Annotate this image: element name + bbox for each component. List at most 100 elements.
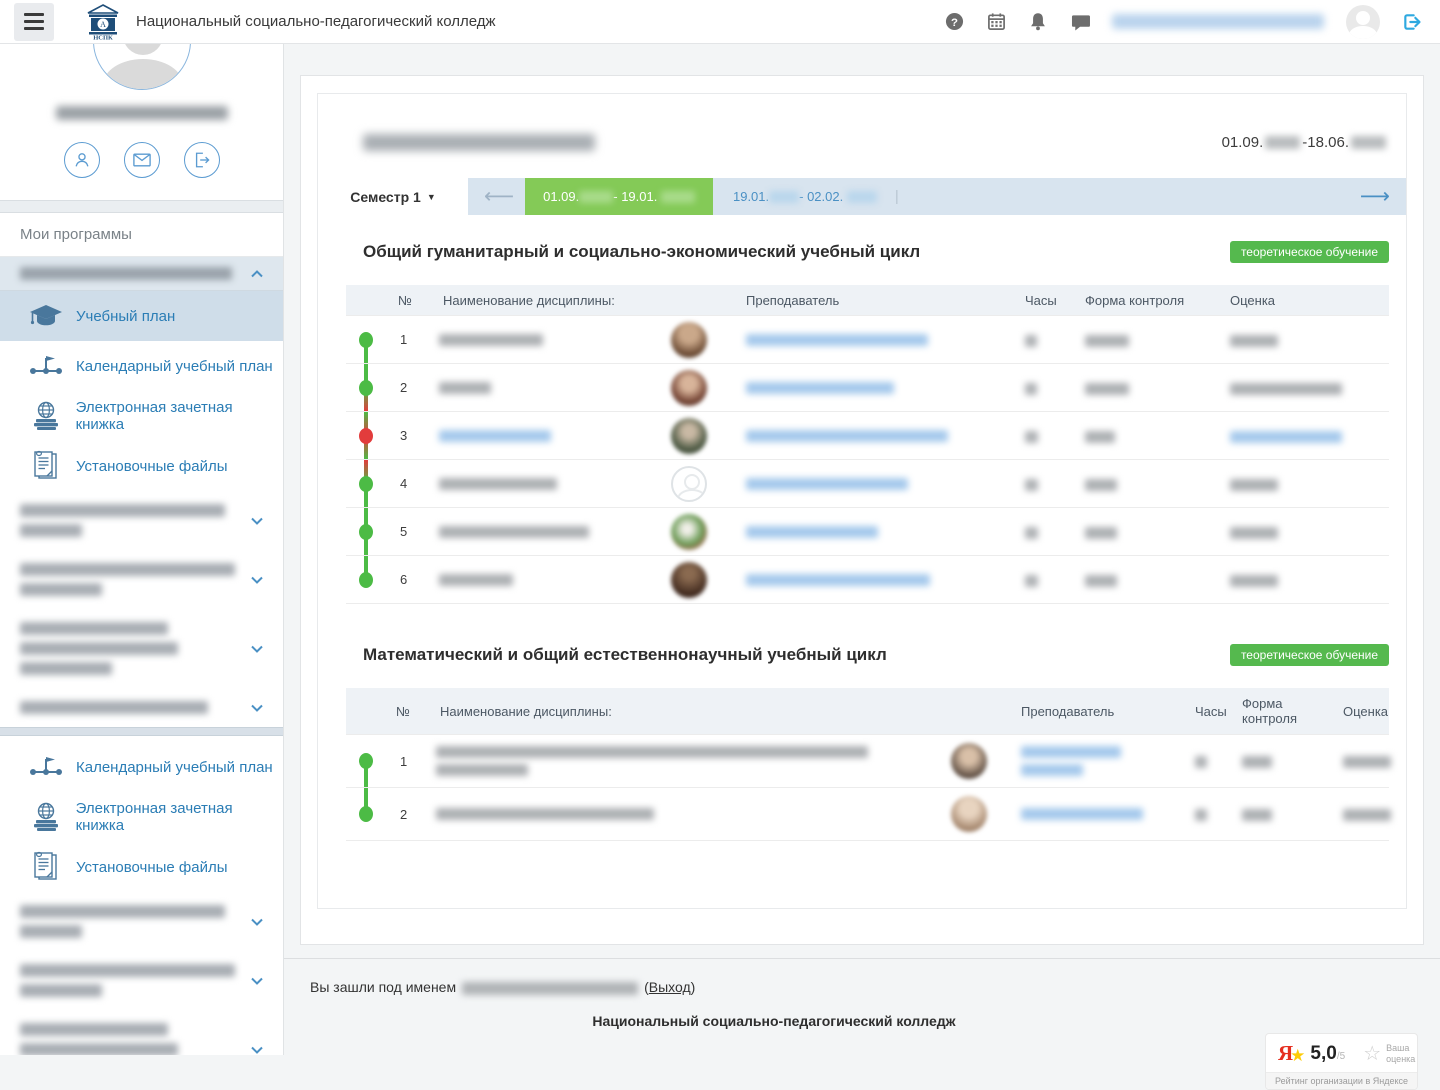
logout-icon[interactable] bbox=[1402, 12, 1422, 32]
discipline-name-cell bbox=[439, 334, 671, 346]
college-logo[interactable]: А НСПК bbox=[86, 4, 120, 40]
teacher-name-link-blurred[interactable] bbox=[746, 574, 930, 586]
calendar-icon[interactable] bbox=[986, 12, 1006, 32]
teacher-avatar-cell bbox=[951, 796, 1006, 832]
program-name-blurred bbox=[20, 905, 225, 918]
teacher-name-cell[interactable] bbox=[1006, 808, 1191, 820]
yandex-rating-widget[interactable]: Я ★ 5,0 /5 ☆ Вашаоценка Рейтинг организа… bbox=[1265, 1033, 1418, 1090]
teacher-name-link-blurred[interactable] bbox=[746, 334, 928, 346]
collapsed-program-item[interactable] bbox=[0, 1010, 283, 1055]
profile-avatar[interactable] bbox=[93, 44, 191, 90]
grade-cell bbox=[1226, 428, 1389, 444]
periods-prev-arrow[interactable]: ⟵ bbox=[484, 186, 514, 207]
collapsed-program-item[interactable] bbox=[0, 609, 283, 688]
messages-icon[interactable] bbox=[1070, 12, 1090, 32]
graduation-cap-icon bbox=[26, 304, 66, 328]
teacher-name-cell[interactable] bbox=[731, 574, 1021, 586]
collapsed-program-item[interactable] bbox=[0, 688, 283, 727]
control-form-blurred bbox=[1242, 809, 1272, 821]
discipline-name-blurred bbox=[436, 746, 868, 758]
hours-value-blurred bbox=[1025, 527, 1038, 539]
grade-cell bbox=[1339, 806, 1391, 822]
teacher-name-cell[interactable] bbox=[731, 382, 1021, 394]
teacher-avatar bbox=[671, 370, 707, 406]
periods-next-arrow[interactable]: ⟶ bbox=[1360, 186, 1390, 207]
teacher-name-link-blurred[interactable] bbox=[746, 430, 948, 442]
disciplines-table-2: № Наименование дисциплины: Преподаватель… bbox=[346, 688, 1389, 841]
discipline-name-blurred bbox=[436, 808, 654, 820]
hours-cell bbox=[1021, 428, 1081, 444]
control-form-blurred bbox=[1085, 431, 1115, 443]
mail-icon[interactable] bbox=[124, 142, 160, 178]
teacher-avatar-cell bbox=[671, 370, 731, 406]
sidebar-item-label: Календарный учебный план bbox=[76, 759, 273, 776]
sidebar-item-1[interactable]: Календарный учебный план bbox=[0, 742, 283, 792]
teacher-avatar bbox=[951, 743, 987, 779]
discipline-name-blurred bbox=[436, 764, 528, 776]
teacher-avatar-cell bbox=[671, 466, 731, 502]
hamburger-menu-button[interactable] bbox=[14, 3, 54, 41]
collapsed-program-item[interactable] bbox=[0, 951, 283, 1010]
sidebar-item-4[interactable]: Установочные файлы bbox=[0, 441, 283, 491]
teacher-name-cell[interactable] bbox=[731, 526, 1021, 538]
status-dot-red bbox=[359, 428, 373, 444]
exit-icon[interactable] bbox=[184, 142, 220, 178]
notifications-icon[interactable] bbox=[1028, 12, 1048, 32]
teacher-name-link-blurred[interactable] bbox=[746, 478, 908, 490]
collapsed-program-item[interactable] bbox=[0, 491, 283, 550]
grade-value-blurred bbox=[1230, 335, 1278, 347]
discipline-name-blurred bbox=[439, 334, 543, 346]
semester-bar: Семестр 1▼ ⟵ 01.09. - 19.01. 19.01. - 02… bbox=[318, 178, 1406, 215]
logout-link[interactable]: Выход bbox=[649, 979, 691, 995]
teacher-name-link-blurred[interactable] bbox=[1021, 746, 1121, 758]
grade-cell bbox=[1339, 753, 1391, 769]
teacher-name-cell[interactable] bbox=[731, 334, 1021, 346]
sidebar-item-3[interactable]: Установочные файлы bbox=[0, 842, 283, 892]
sidebar-item-3[interactable]: Электронная зачетная книжка bbox=[0, 391, 283, 441]
collapsed-program-item[interactable] bbox=[0, 892, 283, 951]
teacher-name-link-blurred[interactable] bbox=[746, 382, 894, 394]
status-dot-green bbox=[359, 572, 373, 588]
program-name-blurred bbox=[20, 267, 232, 280]
grade-cell bbox=[1226, 524, 1389, 540]
discipline-name-blurred bbox=[439, 478, 557, 490]
collapsed-program-item[interactable] bbox=[0, 550, 283, 609]
discipline-row: 5 bbox=[346, 507, 1389, 555]
sidebar-item-1[interactable]: Учебный план bbox=[0, 291, 283, 341]
period-tab-active[interactable]: 01.09. - 19.01. bbox=[525, 178, 713, 215]
star-outline-icon[interactable]: ☆ bbox=[1363, 1041, 1381, 1066]
grade-value-blurred bbox=[1343, 756, 1391, 768]
collapsed-programs-group-1 bbox=[0, 491, 283, 727]
hours-cell bbox=[1191, 806, 1238, 822]
teacher-avatar bbox=[671, 514, 707, 550]
teacher-name-cell[interactable] bbox=[731, 430, 1021, 442]
program-title-blurred bbox=[363, 134, 595, 151]
control-form-blurred bbox=[1242, 756, 1272, 768]
teacher-name-link-blurred[interactable] bbox=[1021, 808, 1143, 820]
username-blurred[interactable] bbox=[1112, 14, 1324, 29]
program-name-blurred bbox=[20, 925, 82, 938]
period-tab-next[interactable]: 19.01. - 02.02. bbox=[717, 178, 893, 215]
status-dot-green bbox=[359, 332, 373, 348]
teacher-name-link-blurred[interactable] bbox=[746, 526, 878, 538]
sidebar-item-label: Установочные файлы bbox=[76, 458, 228, 475]
route-flag-icon bbox=[26, 754, 66, 780]
footer-college-name: Национальный социально-педагогический ко… bbox=[284, 1013, 1264, 1029]
teacher-name-link-blurred[interactable] bbox=[1021, 764, 1083, 776]
profile-icon[interactable] bbox=[64, 142, 100, 178]
route-flag-icon bbox=[26, 353, 66, 379]
sidebar-divider bbox=[0, 200, 283, 213]
program-name-blurred bbox=[20, 524, 82, 537]
program-expanded-header[interactable] bbox=[0, 257, 283, 291]
help-icon[interactable]: ? bbox=[944, 12, 964, 32]
sidebar-item-2[interactable]: Календарный учебный план bbox=[0, 341, 283, 391]
sidebar-item-2[interactable]: Электронная зачетная книжка bbox=[0, 792, 283, 842]
teacher-name-cell[interactable] bbox=[731, 478, 1021, 490]
control-form-cell bbox=[1081, 428, 1226, 444]
semester-dropdown[interactable]: Семестр 1▼ bbox=[318, 178, 468, 215]
teacher-name-cell[interactable] bbox=[1006, 746, 1191, 776]
program-name-blurred bbox=[20, 622, 168, 635]
app-header: А НСПК Национальный социально-педагогиче… bbox=[0, 0, 1440, 44]
user-avatar[interactable] bbox=[1346, 5, 1380, 39]
discipline-name-blurred[interactable] bbox=[439, 430, 551, 442]
